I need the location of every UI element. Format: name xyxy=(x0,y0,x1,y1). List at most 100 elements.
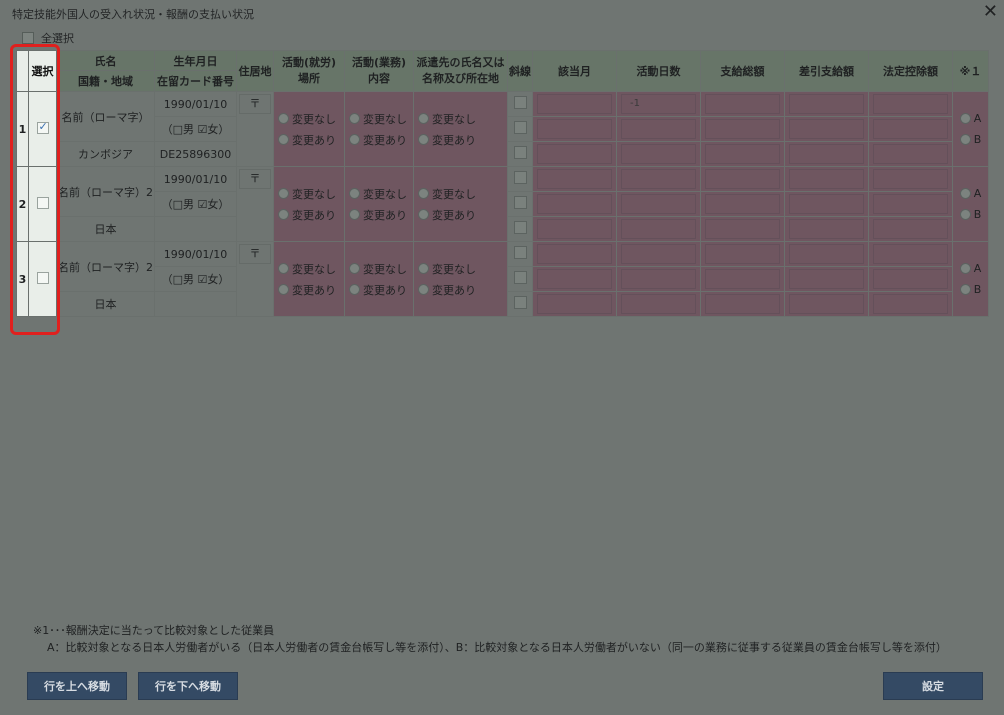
option-b[interactable]: B xyxy=(954,279,988,300)
month-cell[interactable] xyxy=(532,166,617,192)
days-cell[interactable]: -1 xyxy=(616,91,701,117)
strike-cell[interactable] xyxy=(507,291,533,317)
activity-place-yes-option[interactable]: 変更あり xyxy=(275,279,344,300)
strike-cell[interactable] xyxy=(507,216,533,242)
deduction-cell[interactable] xyxy=(868,141,953,167)
strike-cell[interactable] xyxy=(507,241,533,267)
radio-icon[interactable] xyxy=(278,134,289,145)
dispatch-none-option[interactable]: 変更なし xyxy=(415,183,507,204)
days-cell[interactable] xyxy=(616,116,701,142)
birthdate-cell[interactable]: 1990/01/10 xyxy=(154,91,237,117)
address-cell[interactable]: 〒 xyxy=(236,241,274,317)
activity-place-none-option[interactable]: 変更なし xyxy=(275,258,344,279)
activity-place-yes-option[interactable]: 変更あり xyxy=(275,204,344,225)
days-cell[interactable] xyxy=(616,141,701,167)
deduction-cell[interactable] xyxy=(868,266,953,292)
dispatch-yes-option[interactable]: 変更あり xyxy=(415,129,507,150)
dispatch-none-option[interactable]: 変更なし xyxy=(415,108,507,129)
activity-content-none-option[interactable]: 変更なし xyxy=(346,258,413,279)
strike-cell[interactable] xyxy=(507,116,533,142)
strike-checkbox[interactable] xyxy=(513,246,527,259)
deduction-cell[interactable] xyxy=(868,216,953,242)
activity-place-none-option[interactable]: 変更なし xyxy=(275,183,344,204)
strike-checkbox[interactable] xyxy=(513,96,527,109)
month-cell[interactable] xyxy=(532,266,617,292)
deduction-cell[interactable] xyxy=(868,91,953,117)
strike-checkbox[interactable] xyxy=(513,296,527,309)
activity-content-none-option[interactable]: 変更なし xyxy=(346,108,413,129)
address-cell[interactable]: 〒 xyxy=(236,91,274,167)
net-pay-cell[interactable] xyxy=(784,166,869,192)
name-cell[interactable]: 名前（ローマ字）2 xyxy=(56,166,155,217)
gender-cell[interactable]: （□男 ☑女） xyxy=(154,266,237,292)
deduction-cell[interactable] xyxy=(868,291,953,317)
days-cell[interactable] xyxy=(616,266,701,292)
month-cell[interactable] xyxy=(532,91,617,117)
strike-checkbox[interactable] xyxy=(513,221,527,234)
month-cell[interactable] xyxy=(532,241,617,267)
strike-cell[interactable] xyxy=(507,266,533,292)
net-pay-cell[interactable] xyxy=(784,116,869,142)
deduction-cell[interactable] xyxy=(868,241,953,267)
activity-place-none-option[interactable]: 変更なし xyxy=(275,108,344,129)
name-cell[interactable]: 名前（ローマ字） xyxy=(56,91,155,142)
pay-total-cell[interactable] xyxy=(700,216,785,242)
radio-icon[interactable] xyxy=(349,134,360,145)
days-cell[interactable] xyxy=(616,216,701,242)
pay-total-cell[interactable] xyxy=(700,166,785,192)
net-pay-cell[interactable] xyxy=(784,191,869,217)
gender-cell[interactable]: （□男 ☑女） xyxy=(154,116,237,142)
move-down-button[interactable]: 行を下へ移動 xyxy=(138,672,238,700)
radio-icon[interactable] xyxy=(278,263,289,274)
radio-icon[interactable] xyxy=(959,209,971,220)
net-pay-cell[interactable] xyxy=(784,266,869,292)
days-cell[interactable] xyxy=(616,166,701,192)
net-pay-cell[interactable] xyxy=(784,241,869,267)
activity-content-yes-option[interactable]: 変更あり xyxy=(346,129,413,150)
radio-icon[interactable] xyxy=(418,284,429,295)
month-cell[interactable] xyxy=(532,191,617,217)
radio-icon[interactable] xyxy=(278,284,289,295)
radio-icon[interactable] xyxy=(959,188,971,199)
birthdate-cell[interactable]: 1990/01/10 xyxy=(154,166,237,192)
gender-cell[interactable]: （□男 ☑女） xyxy=(154,191,237,217)
month-cell[interactable] xyxy=(532,216,617,242)
strike-checkbox[interactable] xyxy=(513,146,527,159)
radio-icon[interactable] xyxy=(349,113,360,124)
pay-total-cell[interactable] xyxy=(700,141,785,167)
radio-icon[interactable] xyxy=(278,188,289,199)
birthdate-cell[interactable]: 1990/01/10 xyxy=(154,241,237,267)
dispatch-none-option[interactable]: 変更なし xyxy=(415,258,507,279)
month-cell[interactable] xyxy=(532,141,617,167)
radio-icon[interactable] xyxy=(278,209,289,220)
radio-icon[interactable] xyxy=(418,113,429,124)
card-no-cell[interactable] xyxy=(154,216,237,242)
radio-icon[interactable] xyxy=(418,188,429,199)
option-a[interactable]: A xyxy=(954,258,988,279)
strike-cell[interactable] xyxy=(507,191,533,217)
net-pay-cell[interactable] xyxy=(784,91,869,117)
pay-total-cell[interactable] xyxy=(700,241,785,267)
nationality-cell[interactable]: 日本 xyxy=(56,291,155,317)
deduction-cell[interactable] xyxy=(868,191,953,217)
strike-cell[interactable] xyxy=(507,91,533,117)
strike-checkbox[interactable] xyxy=(513,271,527,284)
pay-total-cell[interactable] xyxy=(700,191,785,217)
radio-icon[interactable] xyxy=(418,263,429,274)
address-cell[interactable]: 〒 xyxy=(236,166,274,242)
dispatch-yes-option[interactable]: 変更あり xyxy=(415,279,507,300)
strike-checkbox[interactable] xyxy=(513,121,527,134)
move-up-button[interactable]: 行を上へ移動 xyxy=(27,672,127,700)
radio-icon[interactable] xyxy=(959,263,971,274)
dispatch-yes-option[interactable]: 変更あり xyxy=(415,204,507,225)
activity-place-yes-option[interactable]: 変更あり xyxy=(275,129,344,150)
month-cell[interactable] xyxy=(532,291,617,317)
option-a[interactable]: A xyxy=(954,108,988,129)
activity-content-yes-option[interactable]: 変更あり xyxy=(346,204,413,225)
option-b[interactable]: B xyxy=(954,129,988,150)
strike-checkbox[interactable] xyxy=(513,196,527,209)
strike-cell[interactable] xyxy=(507,141,533,167)
activity-content-yes-option[interactable]: 変更あり xyxy=(346,279,413,300)
pay-total-cell[interactable] xyxy=(700,91,785,117)
net-pay-cell[interactable] xyxy=(784,216,869,242)
